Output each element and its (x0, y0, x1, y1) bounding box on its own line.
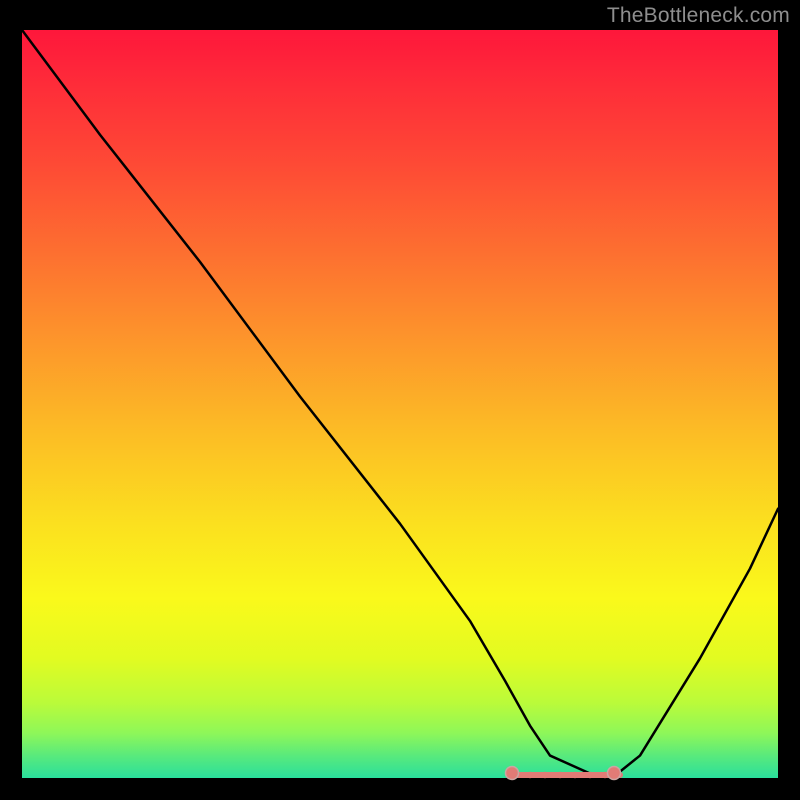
range-start-marker (506, 767, 519, 780)
range-dot (572, 772, 578, 778)
range-dot (557, 772, 563, 778)
range-end-marker (608, 767, 621, 780)
range-dot (527, 772, 533, 778)
bottleneck-chart (0, 0, 800, 800)
watermark-label: TheBottleneck.com (607, 4, 790, 28)
chart-stage: TheBottleneck.com (0, 0, 800, 800)
range-dot (542, 772, 548, 778)
plot-background (22, 30, 778, 778)
range-dot (587, 772, 593, 778)
